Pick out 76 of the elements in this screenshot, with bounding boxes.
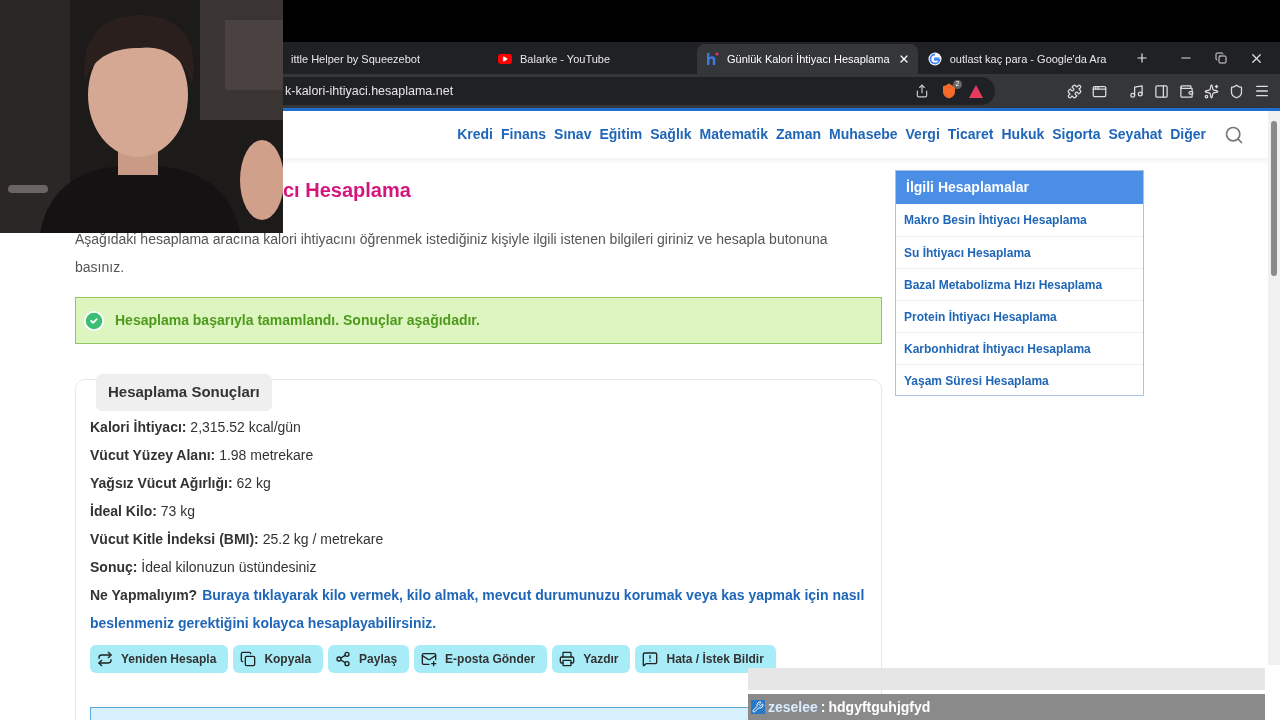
nav-link[interactable]: Seyahat — [1108, 124, 1163, 145]
result-line: İdeal Kilo: 73 kg — [90, 501, 197, 521]
action-button[interactable]: Paylaş — [328, 644, 410, 673]
nav-link[interactable]: Ticaret — [947, 124, 994, 145]
result-line: Vücut Yüzey Alanı: 1.98 metrekare — [90, 445, 315, 465]
search-icon[interactable] — [1224, 124, 1244, 145]
tab-title: ittle Helper by Squeezebot — [291, 51, 422, 67]
music-icon[interactable] — [1129, 83, 1144, 99]
action-button[interactable]: Kopyala — [233, 644, 324, 673]
new-tab-icon[interactable] — [1134, 51, 1149, 65]
recalculate-icon — [97, 650, 113, 667]
nav-link[interactable]: Zaman — [775, 124, 822, 145]
shield-icon[interactable] — [941, 83, 957, 99]
site-logo-icon — [705, 52, 719, 66]
triangle-icon[interactable] — [969, 84, 983, 98]
result-line: Yağsız Vücut Ağırlığı: 62 kg — [90, 473, 272, 493]
nav-link[interactable]: Finans — [500, 124, 547, 145]
browser-tab[interactable]: Günlük Kalori İhtiyacı Hesaplama — [697, 44, 918, 74]
mail-icon — [421, 650, 438, 667]
result-line: Vücut Kitle İndeksi (BMI): 25.2 kg / metrekare — [90, 529, 385, 549]
panel-heading: İlgili Hesaplamalar — [896, 171, 1143, 204]
scrollbar-thumb[interactable] — [1271, 121, 1277, 276]
nav-link[interactable]: Kredi — [457, 124, 493, 145]
sparkle-icon[interactable] — [1204, 83, 1219, 99]
tab-title: Günlük Kalori İhtiyacı Hesaplama — [727, 51, 890, 67]
warning-message-icon — [642, 650, 659, 667]
nav-link[interactable]: Sağlık — [650, 124, 692, 145]
nav-link[interactable]: Eğitim — [599, 124, 643, 145]
browser-tab[interactable]: Balarke - YouTube — [490, 44, 695, 74]
result-line: Kalori İhtiyacı: 2,315.52 kcal/gün — [90, 417, 302, 437]
shield-icon[interactable] — [1229, 83, 1244, 99]
chat-separator: : — [820, 697, 826, 717]
puzzle-icon[interactable] — [1067, 83, 1082, 99]
action-button[interactable]: Yazdır — [552, 644, 631, 673]
related-link[interactable]: Karbonhidrat İhtiyacı Hesaplama — [896, 332, 1143, 364]
intro-text: Aşağıdaki hesaplama aracına kalori ihtiyacını öğrenmek istediğiniz kişiyle ilgili istenen bilgileri giriniz ve hesapla butonuna basınız. — [75, 230, 829, 277]
window-icon[interactable] — [1092, 83, 1107, 99]
action-button[interactable]: E-posta Gönder — [414, 644, 548, 673]
browser-tab[interactable]: outlast kaç para - Google'da Ara — [919, 44, 1125, 74]
related-link[interactable]: Su İhtiyacı Hesaplama — [896, 236, 1143, 268]
action-button[interactable]: Hata / İstek Bildir — [635, 644, 776, 673]
share-icon — [335, 650, 352, 667]
related-link[interactable]: Yaşam Süresi Hesaplama — [896, 364, 1143, 396]
related-link[interactable]: Makro Besin İhtiyacı Hesaplama — [896, 204, 1143, 236]
result-line: Sonuç: İdeal kilonuzun üstündesiniz — [90, 557, 318, 577]
page-title: cı Hesaplama — [283, 178, 411, 203]
menu-icon[interactable] — [1254, 83, 1270, 99]
share-icon[interactable] — [915, 84, 929, 98]
related-link[interactable]: Bazal Metabolizma Hızı Hesaplama — [896, 268, 1143, 300]
g-logo-icon — [927, 52, 942, 66]
wrench-icon — [751, 700, 765, 714]
nav-link[interactable]: Diğer — [1170, 124, 1206, 145]
tab-title: Balarke - YouTube — [520, 51, 612, 67]
nav-link[interactable]: Muhasebe — [829, 124, 898, 145]
nav-link[interactable]: Sigorta — [1052, 124, 1101, 145]
action-button[interactable]: Yeniden Hesapla — [90, 644, 229, 673]
nav-link[interactable]: Hukuk — [1001, 124, 1045, 145]
related-link[interactable]: Protein İhtiyacı Hesaplama — [896, 300, 1143, 332]
chat-text: hdgyftguhjgfyd — [828, 697, 931, 717]
nav-link[interactable]: Matematik — [699, 124, 768, 145]
chat-user: zeselee — [768, 697, 818, 717]
alert-text: Hesaplama başarıyla tamamlandı. Sonuçlar aşağıdadır. — [115, 311, 480, 330]
printer-icon — [559, 650, 576, 667]
check-icon — [83, 309, 105, 332]
play-icon — [498, 54, 512, 64]
advice-text: Ne Yapmalıyım? Buraya tıklayarak kilo vermek, kilo almak, mevcut durumunuzu korumak veya kas yapmak için nasıl beslenmeniz gerektiğini kolayca hesaplayabilirsiniz. — [90, 585, 866, 633]
copy-icon — [240, 650, 257, 667]
sidebar-icon[interactable] — [1154, 83, 1169, 99]
restore-icon[interactable] — [1215, 52, 1227, 64]
results-heading: Hesaplama Sonuçları — [96, 374, 272, 411]
url-text: k-kalori-ihtiyaci.hesaplama.net — [285, 82, 455, 100]
wallet-icon[interactable] — [1179, 83, 1194, 99]
nav-link[interactable]: Sınav — [554, 124, 592, 145]
tab-title: outlast kaç para - Google'da Ara — [949, 51, 1108, 67]
nav-link[interactable]: Vergi — [905, 124, 940, 145]
browser-tab[interactable]: ittle Helper by Squeezebot — [283, 44, 488, 74]
